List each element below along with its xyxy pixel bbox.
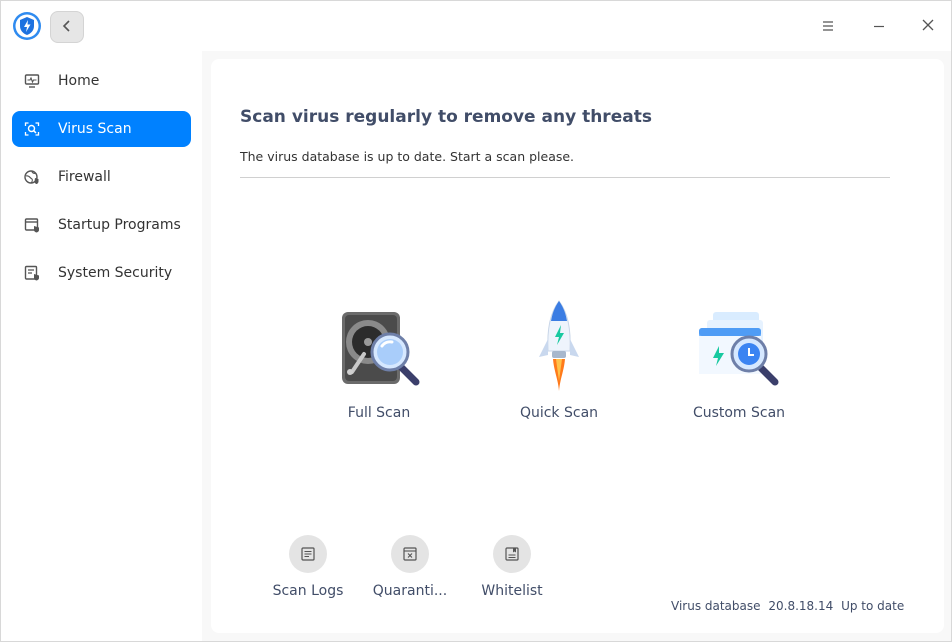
back-button[interactable] (50, 11, 84, 43)
page-subtitle: The virus database is up to date. Start … (240, 149, 575, 164)
custom-scan-button[interactable]: Custom Scan (669, 297, 809, 427)
page-title: Scan virus regularly to remove any threa… (240, 107, 652, 127)
scan-icon (24, 121, 40, 137)
sidebar-item-home[interactable]: Home (12, 63, 191, 99)
folder-magnifier-icon (689, 297, 789, 397)
shield-bolt-icon (12, 11, 42, 41)
title-bar (1, 1, 951, 51)
db-status: Up to date (841, 599, 905, 613)
hard-drive-magnifier-icon (329, 297, 429, 397)
chevron-left-icon (61, 18, 73, 37)
scan-logs-button[interactable]: Scan Logs (263, 535, 353, 599)
minimize-button[interactable] (864, 11, 894, 41)
full-scan-button[interactable]: Full Scan (309, 297, 449, 427)
quarantine-label: Quaranti... (372, 583, 448, 599)
quarantine-button[interactable]: Quaranti... (365, 535, 455, 599)
sidebar-item-label: Startup Programs (58, 217, 181, 233)
rocket-icon (509, 297, 609, 397)
db-version: 20.8.18.14 (768, 599, 834, 613)
full-scan-label: Full Scan (347, 405, 411, 421)
divider (240, 177, 890, 178)
sidebar-item-system-security[interactable]: System Security (12, 255, 191, 291)
sidebar-item-label: Firewall (58, 169, 111, 185)
main-panel: Scan virus regularly to remove any threa… (211, 59, 944, 633)
close-icon (921, 17, 935, 36)
sidebar-item-startup-programs[interactable]: Startup Programs (12, 207, 191, 243)
sidebar-item-label: Home (58, 73, 100, 89)
db-label: Virus database (671, 599, 761, 613)
menu-button[interactable] (813, 11, 843, 41)
minimize-icon (873, 17, 885, 36)
globe-icon (24, 169, 40, 185)
startup-window-icon (24, 217, 40, 233)
sidebar-item-virus-scan[interactable]: Virus Scan (12, 111, 191, 147)
app-window: Home Virus Scan Firewall Startup Program… (0, 0, 952, 642)
database-status: Virus database 20.8.18.14 Up to date (671, 599, 908, 613)
quarantine-box-icon (391, 535, 429, 573)
sidebar: Home Virus Scan Firewall Startup Program… (1, 51, 202, 641)
monitor-icon (24, 73, 40, 89)
close-button[interactable] (913, 11, 943, 41)
whitelist-button[interactable]: Whitelist (467, 535, 557, 599)
whitelist-label: Whitelist (481, 583, 543, 599)
sidebar-item-firewall[interactable]: Firewall (12, 159, 191, 195)
scan-logs-label: Scan Logs (272, 583, 344, 599)
hamburger-menu-icon (822, 17, 834, 36)
sidebar-item-label: Virus Scan (58, 121, 132, 137)
quick-scan-label: Quick Scan (519, 405, 599, 421)
custom-scan-label: Custom Scan (692, 405, 786, 421)
sidebar-item-label: System Security (58, 265, 173, 281)
log-list-icon (289, 535, 327, 573)
security-doc-icon (24, 265, 40, 281)
whitelist-doc-icon (493, 535, 531, 573)
quick-scan-button[interactable]: Quick Scan (489, 297, 629, 427)
